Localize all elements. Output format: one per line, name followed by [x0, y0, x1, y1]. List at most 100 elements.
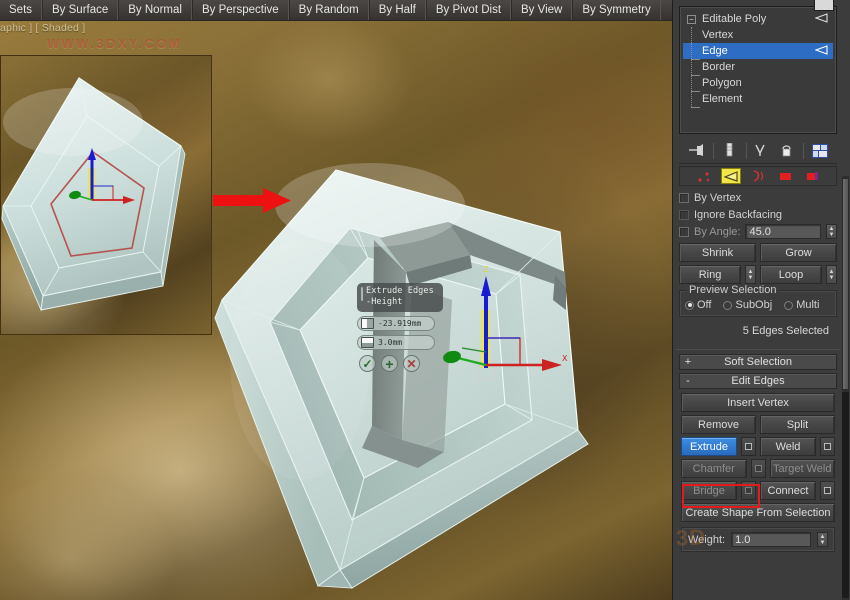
pin-stack-icon[interactable]: [687, 141, 707, 161]
chamfer-button[interactable]: Chamfer: [681, 459, 747, 478]
menu-item-by-perspective[interactable]: By Perspective: [192, 0, 289, 20]
panel-divider: [675, 349, 841, 350]
preview-multi-label: Multi: [796, 299, 819, 311]
extrude-edges-caddy[interactable]: Extrude Edges -Height -23.919mm 3.0mm ✓ …: [357, 283, 452, 372]
panel-scrollbar[interactable]: [842, 176, 849, 600]
menu-bar: Sets By Surface By Normal By Perspective…: [0, 0, 672, 21]
modifier-stack[interactable]: − Editable Poly Vertex Edge: [679, 6, 837, 134]
menu-item-by-random[interactable]: By Random: [289, 0, 369, 20]
element-subobject-icon[interactable]: [802, 168, 822, 184]
weight-input[interactable]: 1.0: [731, 532, 811, 547]
edge-subobject-icon[interactable]: [721, 168, 741, 184]
extrude-width-icon: [361, 337, 374, 348]
connect-button[interactable]: Connect: [760, 481, 816, 500]
menu-item-by-surface[interactable]: By Surface: [42, 0, 118, 20]
soft-selection-header[interactable]: + Soft Selection: [679, 354, 837, 370]
by-angle-label: By Angle:: [694, 226, 740, 238]
polygon-subobject-icon[interactable]: [775, 168, 795, 184]
caddy-height-field[interactable]: -23.919mm: [357, 316, 435, 331]
by-angle-spinner[interactable]: ▲▼: [826, 224, 837, 239]
split-button[interactable]: Split: [760, 415, 835, 434]
stack-item-polygon[interactable]: Polygon: [683, 75, 833, 91]
svg-text:Z: Z: [483, 265, 489, 274]
create-shape-row: Create Shape From Selection: [681, 503, 835, 522]
stack-item-element[interactable]: Element: [683, 91, 833, 107]
caddy-subtitle: -Height: [366, 297, 438, 308]
menu-item-by-pivot-dist[interactable]: By Pivot Dist: [426, 0, 511, 20]
viewport[interactable]: Z X: [0, 0, 672, 600]
by-vertex-checkbox[interactable]: [679, 193, 689, 203]
ignore-backfacing-row[interactable]: Ignore Backfacing: [679, 206, 837, 223]
edit-edges-header[interactable]: - Edit Edges: [679, 373, 837, 389]
preview-options-row: Off SubObj Multi: [685, 299, 831, 311]
stack-item-label: Edge: [702, 45, 728, 57]
stack-item-border[interactable]: Border: [683, 59, 833, 75]
caddy-apply-button[interactable]: +: [381, 355, 398, 372]
ring-spinner[interactable]: ▲▼: [745, 265, 756, 284]
chamfer-settings-button[interactable]: [751, 459, 766, 478]
soft-selection-rollout[interactable]: + Soft Selection: [679, 354, 837, 370]
panel-scrollbar-thumb[interactable]: [842, 178, 849, 390]
by-angle-checkbox[interactable]: [679, 227, 689, 237]
make-unique-icon[interactable]: [753, 141, 773, 161]
show-end-result-icon[interactable]: [720, 141, 740, 161]
caddy-ok-button[interactable]: ✓: [359, 355, 376, 372]
preview-multi-radio[interactable]: [784, 301, 793, 310]
border-subobject-icon[interactable]: [748, 168, 768, 184]
extrude-button[interactable]: Extrude: [681, 437, 737, 456]
extrude-height-icon: [361, 318, 374, 329]
chamfer-targetweld-row: Chamfer Target Weld: [681, 459, 835, 478]
menu-item-by-symmetry[interactable]: By Symmetry: [572, 0, 660, 20]
remove-button[interactable]: Remove: [681, 415, 756, 434]
preview-subobj-radio[interactable]: [723, 301, 732, 310]
by-vertex-row[interactable]: By Vertex: [679, 189, 837, 206]
collapse-toggle-icon[interactable]: −: [687, 15, 696, 24]
menu-item-by-half[interactable]: By Half: [369, 0, 426, 20]
by-angle-input[interactable]: 45.0: [745, 224, 821, 239]
grow-button[interactable]: Grow: [760, 243, 837, 262]
menu-item-by-view[interactable]: By View: [511, 0, 572, 20]
configure-modifier-sets-icon[interactable]: [810, 141, 830, 161]
stack-arrow-icon: [815, 45, 828, 58]
bridge-button[interactable]: Bridge: [681, 481, 737, 500]
edit-edges-rollout: - Edit Edges Insert Vertex Remove Split …: [679, 373, 837, 552]
caddy-cancel-button[interactable]: ✕: [403, 355, 420, 372]
ring-button[interactable]: Ring: [679, 265, 741, 284]
shrink-button[interactable]: Shrink: [679, 243, 756, 262]
stack-item-vertex[interactable]: Vertex: [683, 27, 833, 43]
stack-item-edge[interactable]: Edge: [683, 43, 833, 59]
modifier-stack-toolbar: [679, 138, 837, 164]
menu-item-by-normal[interactable]: By Normal: [118, 0, 192, 20]
weld-settings-button[interactable]: [820, 437, 835, 456]
bridge-settings-button[interactable]: [741, 481, 756, 500]
menu-item-sets[interactable]: Sets: [0, 0, 42, 20]
connect-settings-button[interactable]: [820, 481, 835, 500]
caddy-header: Extrude Edges -Height: [357, 283, 443, 312]
weld-button[interactable]: Weld: [760, 437, 816, 456]
expand-plus-icon: +: [680, 356, 696, 368]
loop-spinner[interactable]: ▲▼: [826, 265, 837, 284]
selection-status-text: 5 Edges Selected: [679, 317, 837, 345]
loop-button[interactable]: Loop: [760, 265, 822, 284]
caddy-height-value: -23.919mm: [378, 319, 421, 328]
insert-vertex-button[interactable]: Insert Vertex: [681, 393, 835, 412]
toolbar-separator: [803, 143, 804, 159]
target-weld-button[interactable]: Target Weld: [770, 459, 836, 478]
3dsmax-window: Z X: [0, 0, 850, 600]
remove-modifier-icon[interactable]: [777, 141, 797, 161]
stack-item-label: Border: [702, 61, 735, 73]
ignore-backfacing-checkbox[interactable]: [679, 210, 689, 220]
stack-item-label: Element: [702, 93, 742, 105]
create-shape-from-selection-button[interactable]: Create Shape From Selection: [681, 503, 835, 522]
extrude-settings-button[interactable]: [741, 437, 756, 456]
by-angle-row[interactable]: By Angle: 45.0 ▲▼: [679, 223, 837, 240]
weight-spinner[interactable]: ▲▼: [817, 532, 828, 547]
by-vertex-label: By Vertex: [694, 192, 741, 204]
caddy-buttons: ✓ + ✕: [359, 355, 452, 372]
vertex-subobject-icon[interactable]: [694, 168, 714, 184]
panel-scrollbar-track[interactable]: [842, 392, 849, 598]
stack-row-editable-poly[interactable]: − Editable Poly: [683, 11, 833, 27]
preview-off-radio[interactable]: [685, 301, 694, 310]
caddy-width-field[interactable]: 3.0mm: [357, 335, 435, 350]
weight-label: Weight:: [688, 534, 725, 546]
